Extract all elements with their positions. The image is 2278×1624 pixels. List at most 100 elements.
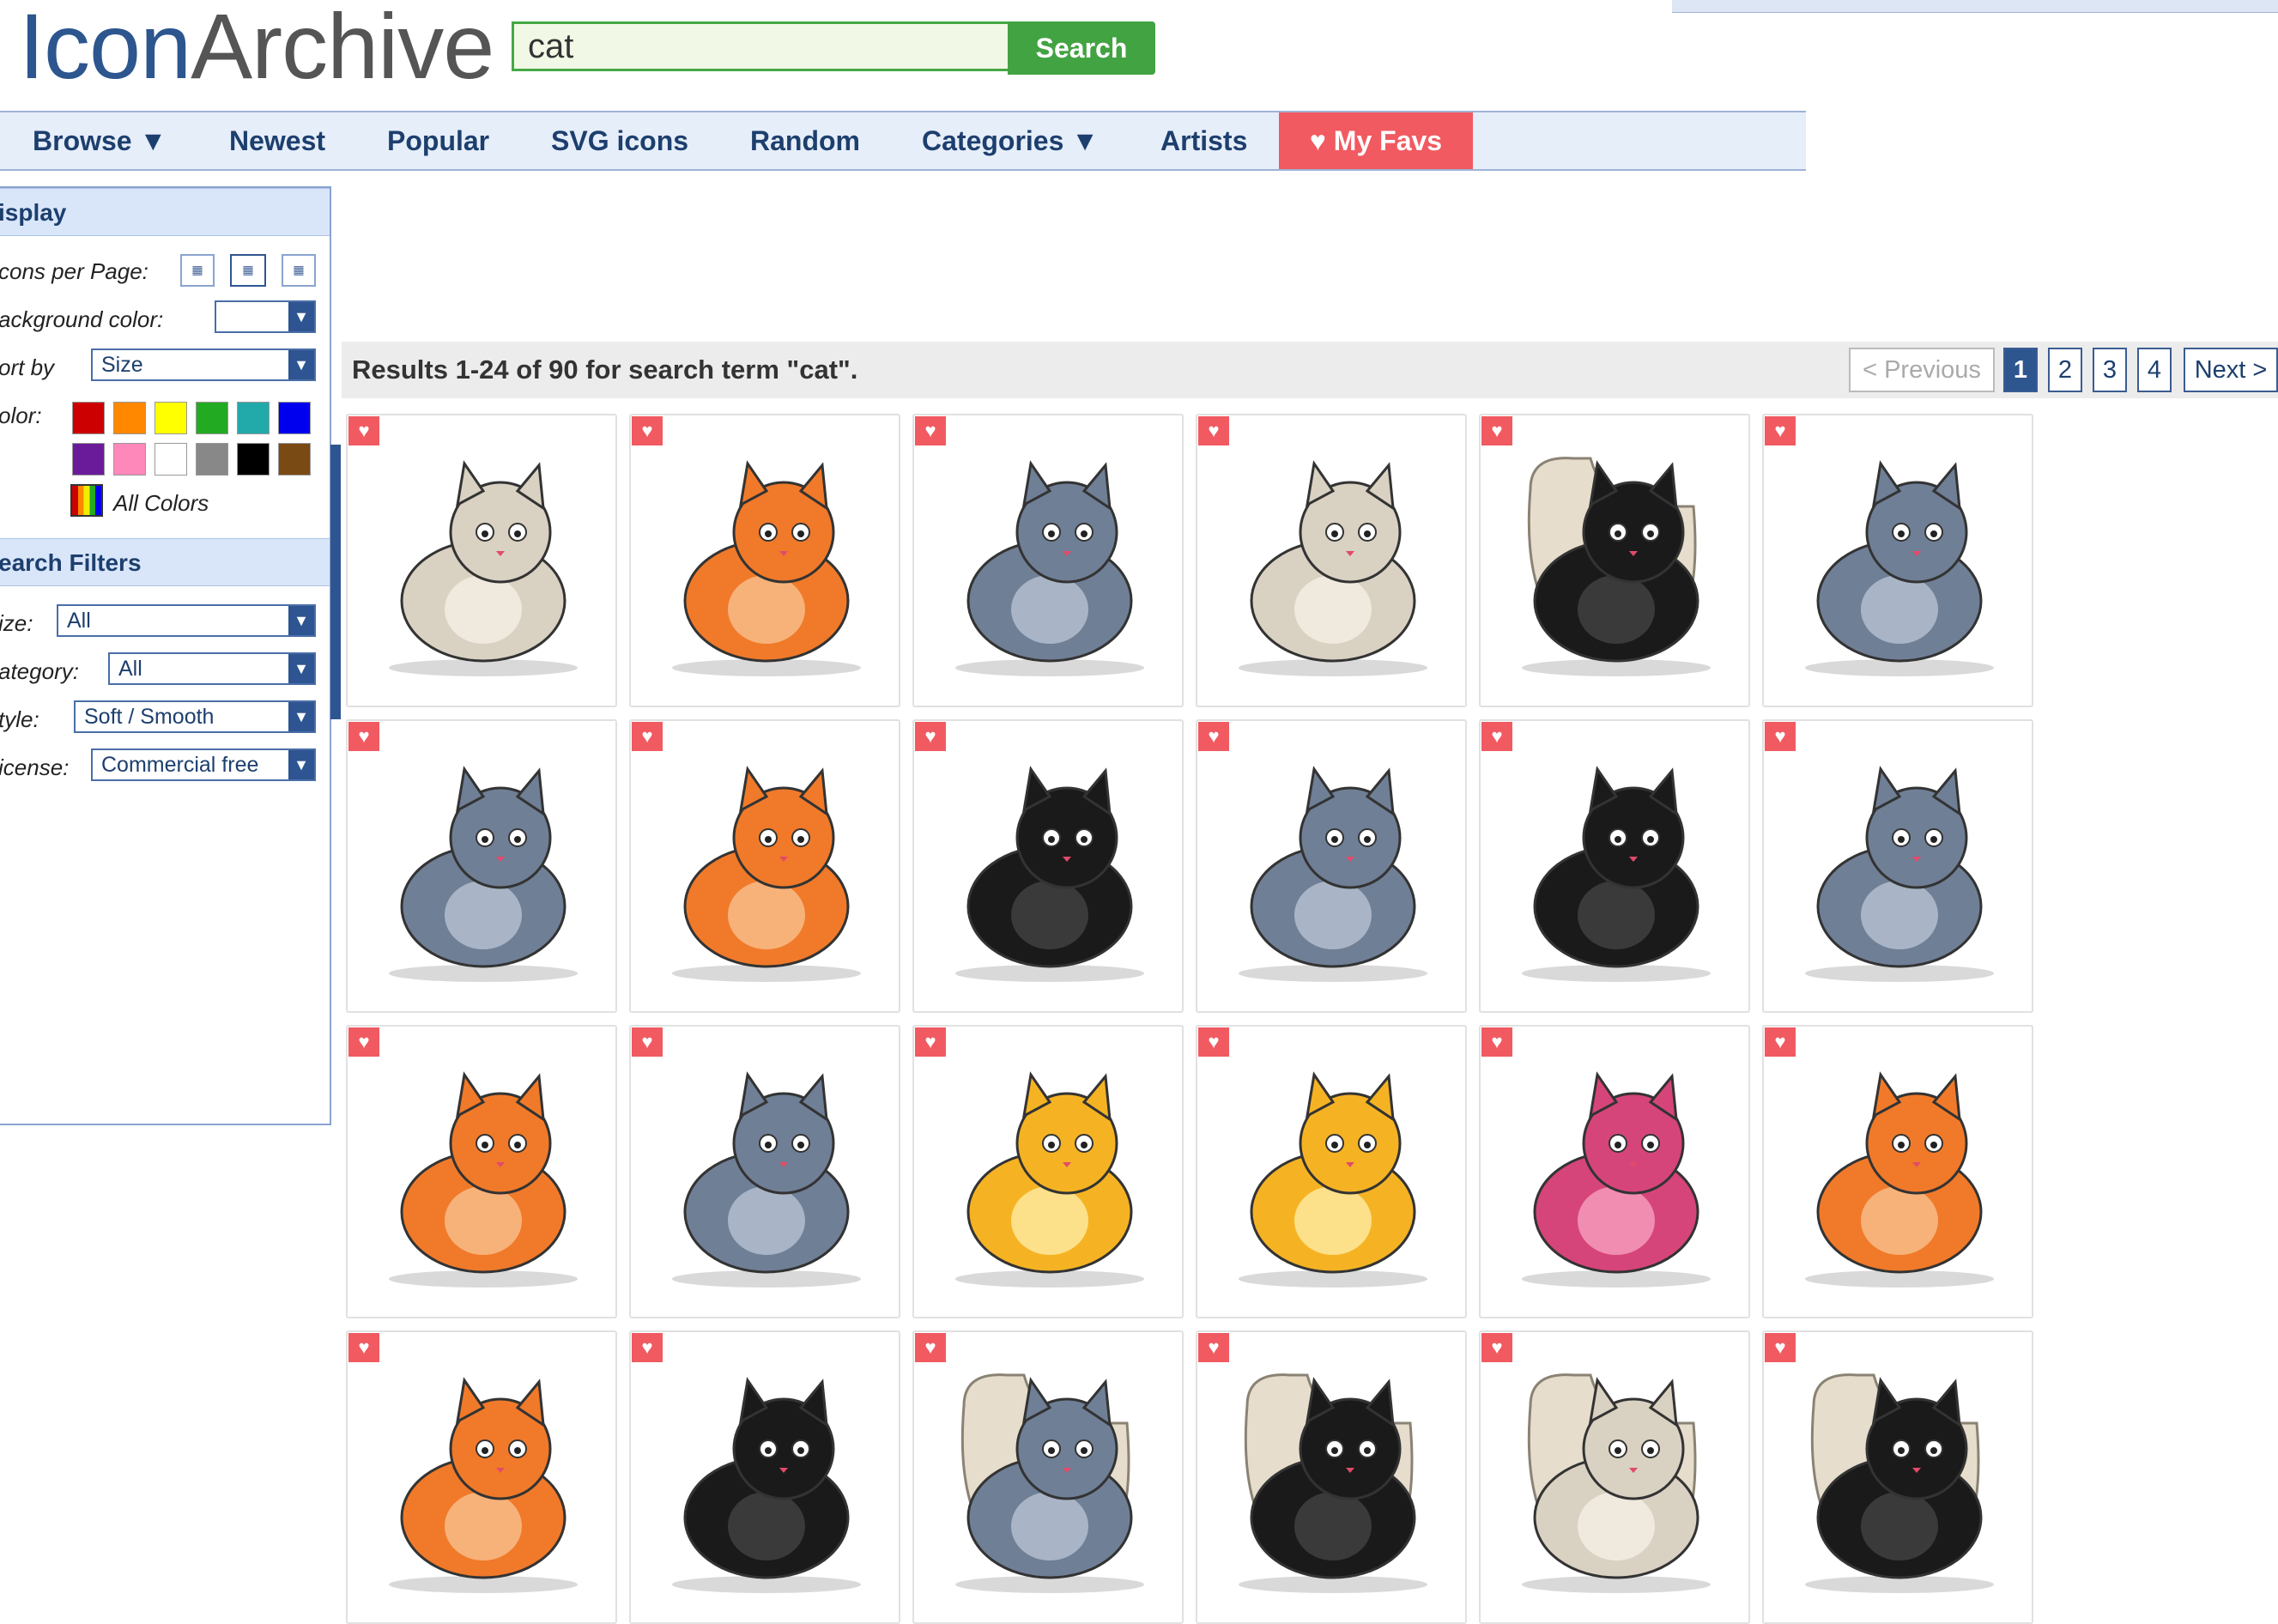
favorite-heart-icon[interactable]: ♥	[1481, 416, 1512, 445]
background-color-label: ackground color:	[0, 306, 164, 332]
color-swatch[interactable]	[237, 443, 270, 476]
grid-large-icon[interactable]: ▦	[282, 254, 316, 287]
page-4-button[interactable]: 4	[2137, 348, 2172, 392]
chevron-down-icon: ▼	[288, 606, 314, 635]
icon-card[interactable]: ♥	[1762, 1025, 2033, 1318]
icon-card[interactable]: ♥	[1479, 1025, 1750, 1318]
favorite-heart-icon[interactable]: ♥	[1198, 1027, 1229, 1057]
page-2-button[interactable]: 2	[2048, 348, 2082, 392]
color-swatch[interactable]	[237, 402, 270, 434]
favorite-heart-icon[interactable]: ♥	[1481, 722, 1512, 751]
icon-card[interactable]: ♥	[1479, 719, 1750, 1013]
icon-card[interactable]: ♥	[1762, 719, 2033, 1013]
favorite-heart-icon[interactable]: ♥	[1198, 416, 1229, 445]
favorite-heart-icon[interactable]: ♥	[632, 722, 663, 751]
color-swatch[interactable]	[72, 443, 105, 476]
nav-random[interactable]: Random	[750, 112, 860, 169]
favorite-heart-icon[interactable]: ♥	[915, 722, 946, 751]
icon-card[interactable]: ♥	[912, 414, 1184, 707]
sidebar: isplay cons per Page: ackground color: ▼…	[0, 186, 331, 1125]
category-value: All	[118, 657, 142, 681]
page-3-button[interactable]: 3	[2093, 348, 2127, 392]
favorite-heart-icon[interactable]: ♥	[348, 1027, 379, 1057]
nav-artists[interactable]: Artists	[1160, 112, 1247, 169]
color-swatch[interactable]	[113, 402, 146, 434]
main-nav: Browse ▼ Newest Popular SVG icons Random…	[0, 111, 1806, 171]
size-select[interactable]: All ▼	[57, 604, 316, 637]
icon-card[interactable]: ♥	[912, 719, 1184, 1013]
icon-card[interactable]: ♥	[1479, 1330, 1750, 1624]
chevron-down-icon: ▼	[288, 702, 314, 731]
favorite-heart-icon[interactable]: ♥	[915, 1027, 946, 1057]
grid-medium-icon[interactable]: ▦	[230, 254, 266, 287]
color-swatch[interactable]	[72, 402, 105, 434]
favorite-heart-icon[interactable]: ♥	[348, 416, 379, 445]
icon-card[interactable]: ♥	[912, 1330, 1184, 1624]
all-colors-link[interactable]: All Colors	[113, 490, 209, 517]
icon-card[interactable]: ♥	[1196, 414, 1467, 707]
favorite-heart-icon[interactable]: ♥	[1481, 1333, 1512, 1362]
search-button[interactable]: Search	[1008, 21, 1155, 75]
icon-card[interactable]: ♥	[1196, 719, 1467, 1013]
license-value: Commercial free	[101, 753, 259, 777]
sort-by-select[interactable]: Size ▼	[91, 348, 316, 381]
site-logo[interactable]: IconArchive	[19, 0, 494, 98]
logo-icon-text: Icon	[19, 0, 191, 98]
icon-card[interactable]: ♥	[1196, 1330, 1467, 1624]
license-select[interactable]: Commercial free ▼	[91, 748, 316, 781]
nav-popular[interactable]: Popular	[387, 112, 489, 169]
icon-card[interactable]: ♥	[1479, 414, 1750, 707]
color-swatch[interactable]	[196, 443, 228, 476]
next-page-button[interactable]: Next >	[2184, 348, 2278, 392]
color-swatch[interactable]	[278, 443, 311, 476]
color-swatch[interactable]	[278, 402, 311, 434]
icon-card[interactable]: ♥	[1762, 414, 2033, 707]
page-1-button[interactable]: 1	[2003, 348, 2038, 392]
icon-card[interactable]: ♥	[346, 1330, 617, 1624]
icon-card[interactable]: ♥	[912, 1025, 1184, 1318]
color-swatch[interactable]	[154, 402, 187, 434]
icon-card[interactable]: ♥	[629, 1330, 900, 1624]
category-select[interactable]: All ▼	[108, 652, 316, 685]
favorite-heart-icon[interactable]: ♥	[632, 1333, 663, 1362]
all-colors-icon[interactable]	[70, 484, 103, 517]
icon-card[interactable]: ♥	[629, 1025, 900, 1318]
nav-browse[interactable]: Browse ▼	[33, 112, 167, 169]
size-label: ize:	[0, 610, 33, 636]
color-swatch[interactable]	[196, 402, 228, 434]
chevron-down-icon: ▼	[288, 654, 314, 683]
icon-card[interactable]: ♥	[346, 414, 617, 707]
favorite-heart-icon[interactable]: ♥	[915, 1333, 946, 1362]
style-select[interactable]: Soft / Smooth ▼	[74, 700, 316, 733]
favorite-heart-icon[interactable]: ♥	[632, 416, 663, 445]
background-color-select[interactable]: ▼	[215, 300, 316, 333]
icon-card[interactable]: ♥	[629, 719, 900, 1013]
favorite-heart-icon[interactable]: ♥	[915, 416, 946, 445]
nav-newest[interactable]: Newest	[229, 112, 325, 169]
icon-card[interactable]: ♥	[1762, 1330, 2033, 1624]
favorite-heart-icon[interactable]: ♥	[1198, 722, 1229, 751]
favorite-heart-icon[interactable]: ♥	[348, 722, 379, 751]
grid-small-icon[interactable]: ▦	[180, 254, 215, 287]
favorite-heart-icon[interactable]: ♥	[1765, 1333, 1796, 1362]
favorite-heart-icon[interactable]: ♥	[1765, 416, 1796, 445]
color-swatch[interactable]	[113, 443, 146, 476]
sidebar-collapse-handle[interactable]	[330, 445, 341, 719]
icon-card[interactable]: ♥	[629, 414, 900, 707]
nav-my-favs[interactable]: ♥ My Favs	[1279, 112, 1473, 169]
favorite-heart-icon[interactable]: ♥	[1765, 722, 1796, 751]
favorite-heart-icon[interactable]: ♥	[1765, 1027, 1796, 1057]
icon-card[interactable]: ♥	[1196, 1025, 1467, 1318]
favorite-heart-icon[interactable]: ♥	[1481, 1027, 1512, 1057]
icon-card[interactable]: ♥	[346, 1025, 617, 1318]
color-swatch[interactable]	[154, 443, 187, 476]
search-input[interactable]: cat	[512, 21, 1008, 71]
chevron-down-icon: ▼	[288, 750, 314, 779]
nav-svg-icons[interactable]: SVG icons	[551, 112, 688, 169]
favorite-heart-icon[interactable]: ♥	[632, 1027, 663, 1057]
favorite-heart-icon[interactable]: ♥	[1198, 1333, 1229, 1362]
nav-categories[interactable]: Categories ▼	[922, 112, 1099, 169]
icon-card[interactable]: ♥	[346, 719, 617, 1013]
favorite-heart-icon[interactable]: ♥	[348, 1333, 379, 1362]
previous-page-button[interactable]: < Previous	[1849, 348, 1995, 392]
